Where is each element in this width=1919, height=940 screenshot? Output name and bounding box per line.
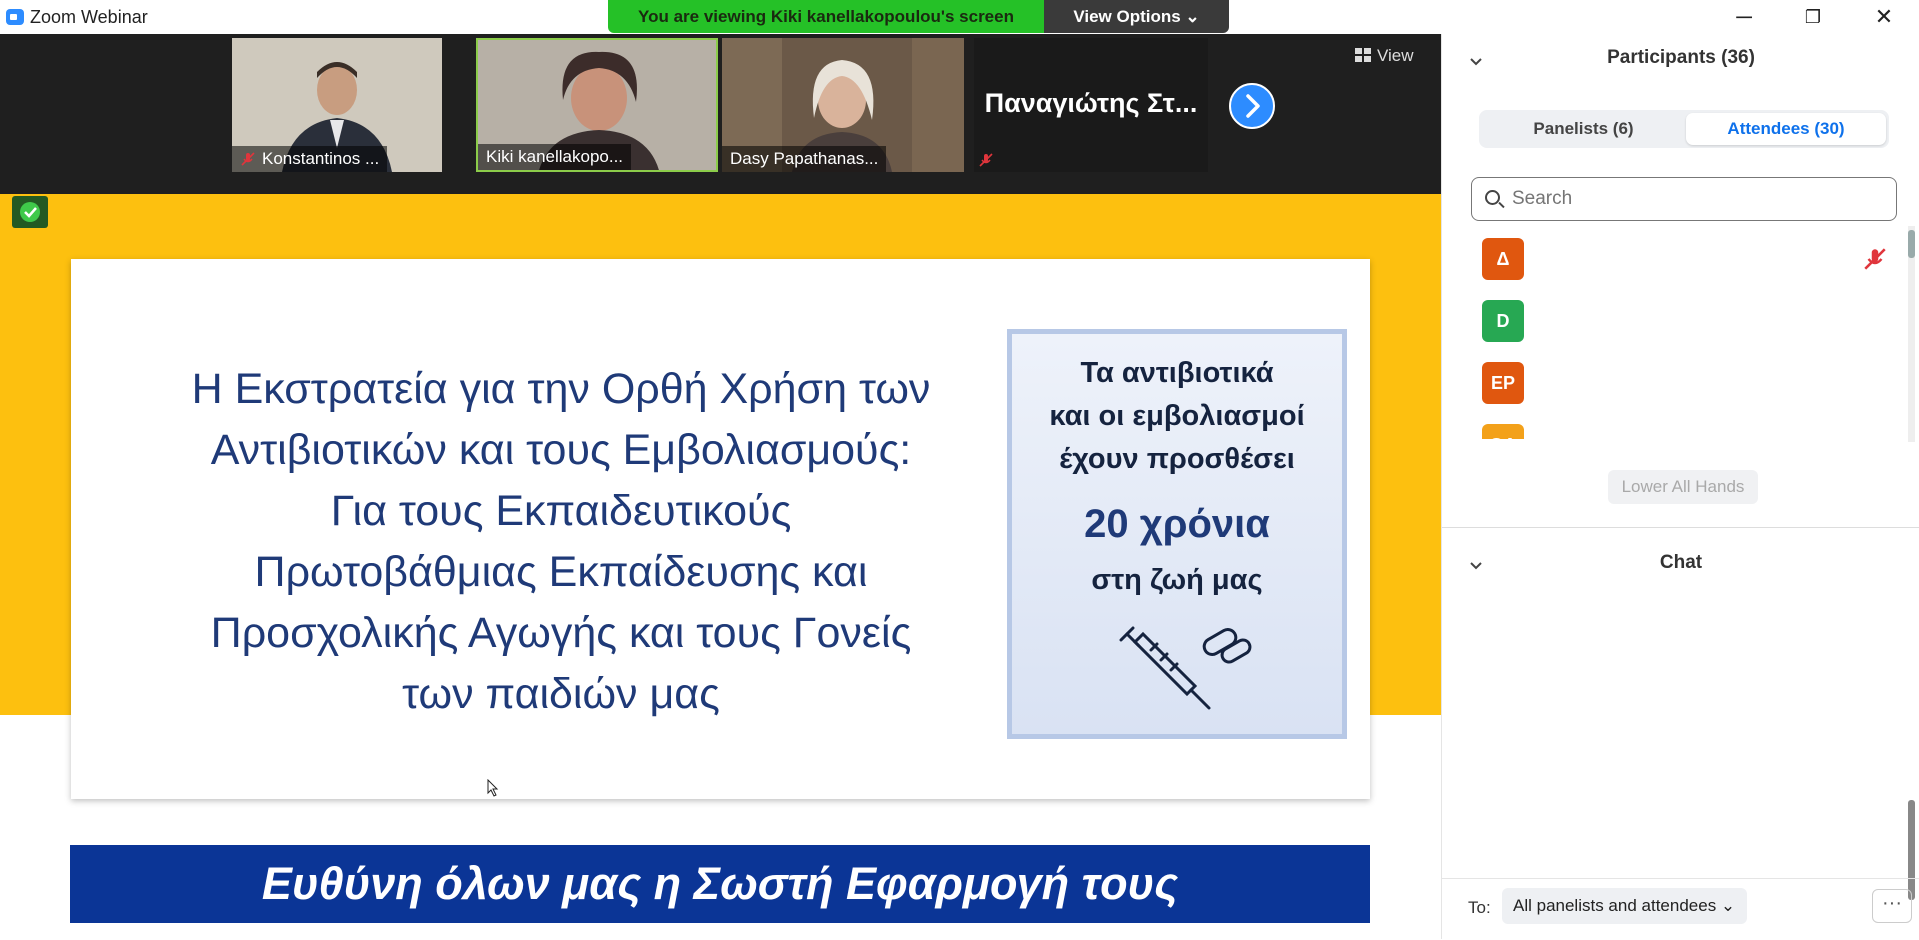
chat-recipient-select[interactable]: All panelists and attendees ⌄ xyxy=(1502,888,1747,924)
participant-search xyxy=(1471,177,1897,221)
close-button[interactable]: ✕ xyxy=(1856,2,1912,32)
tab-panelists[interactable]: Panelists (6) xyxy=(1482,113,1685,145)
attendee-avatar[interactable]: GA xyxy=(1482,424,1524,439)
zoom-app-icon xyxy=(6,9,24,25)
participant-name-large: Παναγιώτης Στ... xyxy=(984,88,1198,118)
slide-title-line: Για τους Εκπαιδευτικούς xyxy=(330,487,792,535)
mouse-cursor-icon xyxy=(487,779,499,797)
chat-more-button[interactable]: ··· xyxy=(1872,889,1912,923)
participants-scrollbar[interactable] xyxy=(1908,226,1915,442)
scroll-thumb[interactable] xyxy=(1908,230,1915,258)
poster-line: και οι εμβολιασμοί xyxy=(1049,400,1305,432)
view-options-button[interactable]: View Options ⌄ xyxy=(1044,0,1229,33)
slide-card: Η Εκστρατεία για την Ορθή Χρήση των Αντι… xyxy=(71,259,1370,799)
slide-title-line: των παιδιών μας xyxy=(402,670,720,718)
participants-header: Participants (36) xyxy=(1607,47,1755,68)
attendee-avatar[interactable]: Δ xyxy=(1482,238,1524,280)
syringe-pills-icon xyxy=(1119,626,1252,710)
screen-share-banner: You are viewing Kiki kanellakopoulou's s… xyxy=(608,0,1229,33)
slide-title: Η Εκστρατεία για την Ορθή Χρήση των Αντι… xyxy=(171,359,951,725)
attendee-list: Δ D EP GA xyxy=(1442,229,1919,439)
chevron-right-icon xyxy=(1246,94,1260,118)
attendee-avatar[interactable]: EP xyxy=(1482,362,1524,404)
panel-divider xyxy=(1442,527,1919,528)
grid-view-icon xyxy=(1355,48,1371,62)
poster-text: Τα αντιβιοτικά και οι εμβολιασμοί έχουν … xyxy=(1012,352,1342,481)
poster-life: στη ζωή μας xyxy=(1091,564,1263,596)
restore-button[interactable]: ❐ xyxy=(1785,2,1841,32)
slide-title-line: Πρωτοβάθμιας Εκπαίδευσης και xyxy=(254,548,868,596)
slide-title-line: Προσχολικής Αγωγής και τους Γονείς xyxy=(210,609,912,657)
mic-muted-icon[interactable] xyxy=(1862,246,1888,272)
side-panel: Participants (36) Panelists (6) Attendee… xyxy=(1441,34,1919,939)
minimize-button[interactable]: ─ xyxy=(1716,2,1772,32)
next-page-button[interactable] xyxy=(1229,83,1275,129)
chat-header: Chat xyxy=(1659,552,1703,573)
tab-attendees[interactable]: Attendees (30) xyxy=(1686,113,1886,145)
view-layout-button[interactable]: View xyxy=(1355,46,1414,66)
participant-name-label: Dasy Papathanas... xyxy=(722,146,887,172)
attendee-avatar[interactable]: D xyxy=(1482,300,1524,342)
chat-to-label: To: xyxy=(1468,898,1491,917)
slide-title-line: Η Εκστρατεία για την Ορθή Χρήση των xyxy=(191,365,931,413)
video-tile-kiki[interactable]: Kiki kanellakopo... xyxy=(476,38,718,172)
video-tile-panagiotis[interactable]: Παναγιώτης Στ... xyxy=(974,38,1208,172)
search-icon xyxy=(1485,190,1500,205)
lower-all-hands-button[interactable]: Lower All Hands xyxy=(1608,470,1758,504)
window-title: Zoom Webinar xyxy=(30,7,148,27)
antibiotics-poster: Τα αντιβιοτικά και οι εμβολιασμοί έχουν … xyxy=(1007,329,1347,739)
encryption-shield-icon[interactable] xyxy=(12,196,48,228)
video-tile-konstantinos[interactable]: Konstantinos ... xyxy=(232,38,442,172)
search-input[interactable] xyxy=(1510,184,1884,214)
chat-footer: To: All panelists and attendees ⌄ ··· xyxy=(1442,878,1919,940)
mic-muted-icon xyxy=(241,152,255,166)
slide-bottom-banner: Ευθύνη όλων μας η Σωστή Εφαρμογή τους xyxy=(70,845,1370,923)
slide-title-line: Αντιβιοτικών και τους Εμβολιασμούς: xyxy=(210,426,912,474)
title-bar: Zoom Webinar You are viewing Kiki kanell… xyxy=(0,0,1919,34)
mic-muted-icon xyxy=(979,153,993,167)
participants-tabs: Panelists (6) Attendees (30) xyxy=(1479,110,1889,148)
poster-years: 20 χρόνια xyxy=(1084,502,1270,546)
video-tile-dasy[interactable]: Dasy Papathanas... xyxy=(722,38,964,172)
viewing-screen-label: You are viewing Kiki kanellakopoulou's s… xyxy=(608,0,1044,33)
poster-line: έχουν προσθέσει xyxy=(1059,443,1295,475)
poster-line: Τα αντιβιοτικά xyxy=(1080,357,1274,389)
participant-name-label: Kiki kanellakopo... xyxy=(478,144,632,170)
view-label: View xyxy=(1377,46,1414,65)
video-strip: Konstantinos ... Kiki kanellakopo... Das… xyxy=(0,34,1441,194)
shared-screen: Η Εκστρατεία για την Ορθή Χρήση των Αντι… xyxy=(0,194,1441,939)
